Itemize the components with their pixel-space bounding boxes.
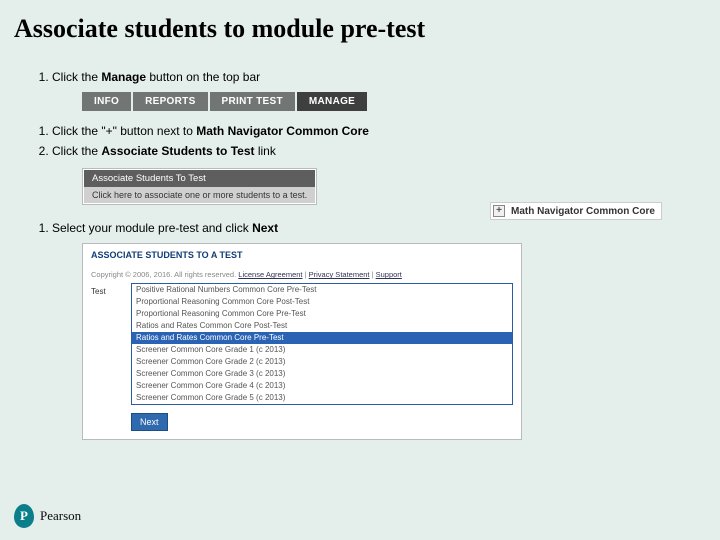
test-option[interactable]: Proportional Reasoning Common Core Post-… <box>132 296 512 308</box>
test-listbox[interactable]: Positive Rational Numbers Common Core Pr… <box>131 283 513 405</box>
plus-icon[interactable]: + <box>493 205 505 217</box>
test-option[interactable]: Screener Common Core Grade 4 (c 2013) <box>132 380 512 392</box>
test-option[interactable]: Ratios and Rates Common Core Pre-Test <box>132 332 512 344</box>
tab-reports[interactable]: REPORTS <box>133 92 207 111</box>
tab-print-test[interactable]: PRINT TEST <box>210 92 295 111</box>
test-option[interactable]: Positive Rational Numbers Common Core Pr… <box>132 284 512 296</box>
folder-label: Math Navigator Common Core <box>511 206 655 217</box>
next-button[interactable]: Next <box>131 413 168 431</box>
test-option[interactable]: Ratios and Rates Common Core Post-Test <box>132 320 512 332</box>
test-option[interactable]: Proportional Reasoning Common Core Pre-T… <box>132 308 512 320</box>
pearson-brand: P Pearson <box>14 504 81 528</box>
step-a-1: Click the Manage button on the top bar <box>52 69 700 86</box>
test-option[interactable]: Screener Common Core Grade 1 (c 2013) <box>132 344 512 356</box>
test-option[interactable]: Screener Common Core Grade 2 (c 2013) <box>132 356 512 368</box>
step-b-1: Click the "+" button next to Math Naviga… <box>52 123 700 140</box>
associate-link-screenshot: Associate Students To Test Click here to… <box>82 168 317 205</box>
instructions: Click the Manage button on the top bar I… <box>0 44 720 440</box>
test-option[interactable]: Screener Common Core Grade 5 (c 2013) <box>132 392 512 404</box>
footer-link-support[interactable]: Support <box>376 270 402 279</box>
associate-students-sub: Click here to associate one or more stud… <box>84 187 315 203</box>
tab-manage[interactable]: MANAGE <box>297 92 367 111</box>
tab-info[interactable]: INFO <box>82 92 131 111</box>
test-option[interactable]: Screener Common Core Grade 3 (c 2013) <box>132 368 512 380</box>
pearson-wordmark: Pearson <box>40 508 81 524</box>
step-b-2: Click the Associate Students to Test lin… <box>52 143 700 160</box>
test-field-label: Test <box>91 283 131 405</box>
associate-students-link[interactable]: Associate Students To Test <box>84 170 315 187</box>
footer-link-license[interactable]: License Agreement <box>238 270 302 279</box>
step-list-a: Click the Manage button on the top bar <box>26 69 700 86</box>
panel-footer-text: Copyright © 2006, 2016. All rights reser… <box>91 270 513 283</box>
pearson-logo-icon: P <box>14 504 34 528</box>
step-list-b: Click the "+" button next to Math Naviga… <box>26 123 700 160</box>
footer-link-privacy[interactable]: Privacy Statement <box>309 270 370 279</box>
copyright-text: Copyright © 2006, 2016. All rights reser… <box>91 270 236 279</box>
step-c-1: Select your module pre-test and click Ne… <box>52 220 700 237</box>
nav-tabs-screenshot: INFO REPORTS PRINT TEST MANAGE <box>82 92 700 111</box>
step-list-c: Select your module pre-test and click Ne… <box>26 220 700 237</box>
test-selection-screenshot: ASSOCIATE STUDENTS TO A TEST Copyright ©… <box>82 243 522 440</box>
page-title: Associate students to module pre-test <box>0 0 720 44</box>
panel-heading: ASSOCIATE STUDENTS TO A TEST <box>91 244 513 270</box>
folder-expand-screenshot: + Math Navigator Common Core <box>490 202 662 220</box>
